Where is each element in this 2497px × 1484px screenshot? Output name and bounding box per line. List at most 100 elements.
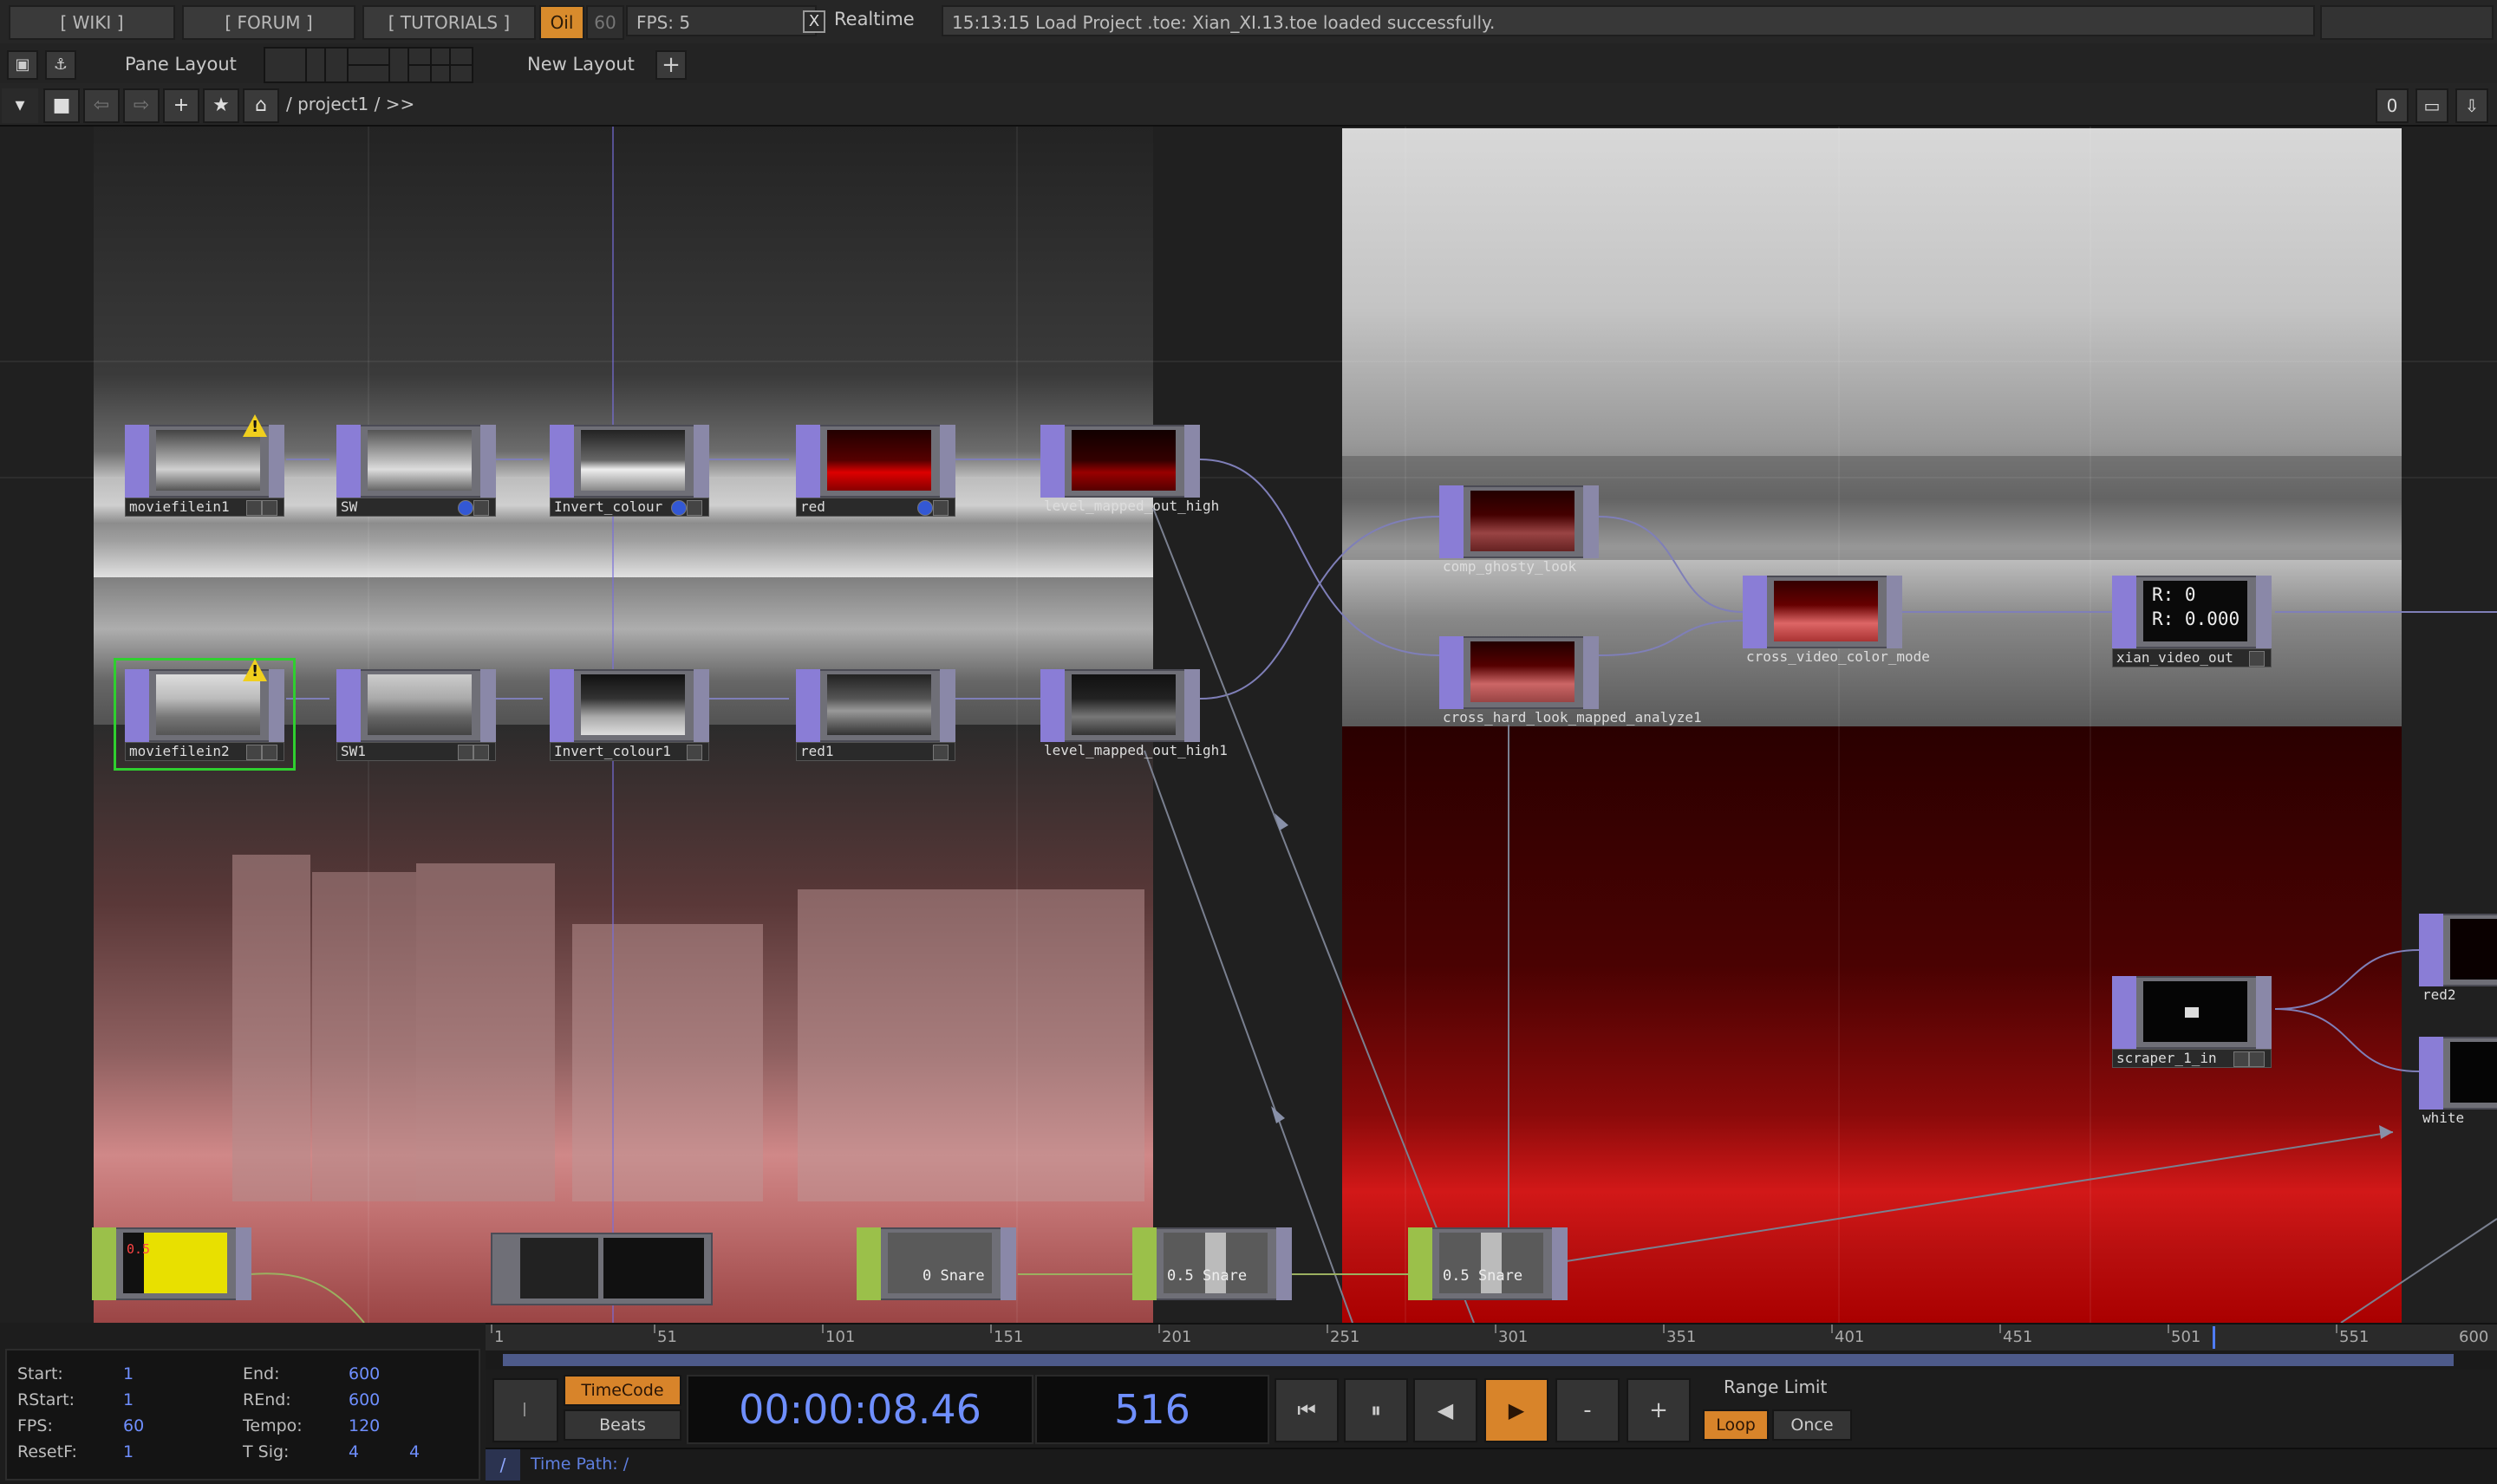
- cross-hard-look-node[interactable]: cross_hard_look_mapped_analyze1: [1439, 636, 1702, 728]
- moviefilein2-node[interactable]: moviefilein2: [114, 658, 296, 771]
- layout-three-button[interactable]: [388, 47, 432, 83]
- node-flag[interactable]: [2249, 651, 2265, 667]
- snare-node-2[interactable]: 0.5 Snare: [1132, 1227, 1292, 1318]
- step-forward-button[interactable]: +: [1627, 1378, 1691, 1442]
- node-label[interactable]: comp_ghosty_look: [1439, 558, 1599, 577]
- resetf-value[interactable]: 1: [123, 1442, 134, 1461]
- snare-node-3[interactable]: 0.5 Snare: [1408, 1227, 1568, 1318]
- node-flag[interactable]: [473, 745, 489, 760]
- red-node[interactable]: red: [796, 425, 955, 517]
- window-icon[interactable]: ▭: [2416, 88, 2448, 123]
- comp-ghosty-look-node[interactable]: comp_ghosty_look: [1439, 485, 1599, 576]
- moviefilein1-node[interactable]: moviefilein1: [125, 425, 284, 517]
- time-path-root-button[interactable]: /: [486, 1449, 520, 1481]
- playhead[interactable]: [2213, 1326, 2215, 1349]
- sw1-node[interactable]: SW1: [336, 669, 496, 761]
- end-value[interactable]: 600: [349, 1364, 380, 1383]
- forum-button[interactable]: [ FORUM ]: [182, 5, 355, 40]
- node-label[interactable]: cross_video_color_mode: [1743, 648, 1930, 667]
- node-label[interactable]: red2: [2419, 986, 2497, 1006]
- add-layout-button[interactable]: +: [655, 50, 687, 80]
- level-mapped-out-high1-node[interactable]: level_mapped_out_high1: [1040, 669, 1228, 759]
- node-label[interactable]: xian_video_out: [2112, 648, 2272, 667]
- fps-value[interactable]: 60: [123, 1416, 144, 1435]
- node-flag[interactable]: [246, 745, 262, 760]
- back-arrow-icon[interactable]: ⇦: [83, 88, 120, 123]
- play-forward-icon[interactable]: ▶: [1484, 1378, 1548, 1442]
- forward-arrow-icon[interactable]: ⇨: [123, 88, 160, 123]
- node-flag[interactable]: [458, 745, 473, 760]
- network-counter[interactable]: 0: [2376, 88, 2409, 123]
- layout-vsplit-button[interactable]: [305, 47, 349, 83]
- tsig-denominator[interactable]: 4: [409, 1442, 420, 1461]
- timeline-toggle-button[interactable]: [492, 1378, 558, 1442]
- node-flag[interactable]: [917, 500, 933, 516]
- node-label[interactable]: red1: [796, 742, 955, 761]
- home-icon[interactable]: ⌂: [243, 88, 279, 123]
- rstart-value[interactable]: 1: [123, 1390, 134, 1409]
- rend-value[interactable]: 600: [349, 1390, 380, 1409]
- tempo-value[interactable]: 120: [349, 1416, 380, 1435]
- red2-node[interactable]: red2: [2419, 914, 2497, 1004]
- anchor-icon[interactable]: ⚓: [45, 50, 76, 80]
- node-flag[interactable]: [933, 500, 949, 516]
- wiki-button[interactable]: [ WIKI ]: [9, 5, 175, 40]
- node-flag[interactable]: [246, 500, 262, 516]
- stop-icon[interactable]: ■: [43, 88, 80, 123]
- step-back-button[interactable]: -: [1555, 1378, 1620, 1442]
- audio-chop-node[interactable]: 0.5: [92, 1227, 251, 1318]
- node-flag[interactable]: [458, 500, 473, 516]
- display-chop-node[interactable]: [491, 1233, 713, 1323]
- level-mapped-out-high-node[interactable]: level_mapped_out_high: [1040, 425, 1219, 517]
- tutorials-button[interactable]: [ TUTORIALS ]: [362, 5, 536, 40]
- node-label[interactable]: white: [2419, 1110, 2497, 1129]
- white-node[interactable]: white: [2419, 1037, 2497, 1127]
- node-label[interactable]: Invert_colour1: [550, 742, 709, 761]
- timecode-button[interactable]: TimeCode: [564, 1375, 681, 1406]
- node-flag[interactable]: [2233, 1051, 2249, 1067]
- node-flag[interactable]: [687, 500, 702, 516]
- plus-icon[interactable]: +: [163, 88, 199, 123]
- node-label[interactable]: level_mapped_out_high: [1040, 498, 1219, 517]
- play-reverse-icon[interactable]: ◀: [1413, 1378, 1477, 1442]
- invert-colour-node[interactable]: Invert_colour: [550, 425, 709, 517]
- layout-hsplit-button[interactable]: [347, 47, 390, 83]
- network-editor[interactable]: moviefilein1 ! SW Invert_colour red leve…: [0, 127, 2497, 1323]
- dropdown-icon[interactable]: ▾: [2, 88, 38, 123]
- node-flag[interactable]: [687, 745, 702, 760]
- node-flag[interactable]: [2249, 1051, 2265, 1067]
- invert-colour1-node[interactable]: Invert_colour1: [550, 669, 709, 761]
- node-flag[interactable]: [671, 500, 687, 516]
- scraper-1-in-node[interactable]: scraper_1_in: [2112, 976, 2272, 1068]
- tsig-numerator[interactable]: 4: [349, 1442, 359, 1461]
- download-icon[interactable]: ⇩: [2455, 88, 2488, 123]
- node-label[interactable]: cross_hard_look_mapped_analyze1: [1439, 709, 1702, 728]
- image-icon[interactable]: ▣: [7, 50, 38, 80]
- layout-quad-button[interactable]: [430, 47, 473, 83]
- node-flag[interactable]: [262, 745, 277, 760]
- once-button[interactable]: Once: [1772, 1409, 1852, 1441]
- star-icon[interactable]: ★: [203, 88, 239, 123]
- timecode-display[interactable]: 00:00:08.46: [687, 1375, 1033, 1444]
- sw-node[interactable]: SW: [336, 425, 496, 517]
- layout-single-button[interactable]: [264, 47, 307, 83]
- timeline-ruler[interactable]: 1 51 101 151 201 251 301 351 401 451 501…: [486, 1323, 2497, 1351]
- realtime-checkbox[interactable]: X: [803, 10, 825, 33]
- xian-video-out-node[interactable]: R: 0 R: 0.000 xian_video_out: [2112, 576, 2272, 667]
- cross-video-color-mode-node[interactable]: cross_video_color_mode: [1743, 576, 1930, 667]
- warning-icon[interactable]: !: [243, 659, 267, 681]
- loop-button[interactable]: Loop: [1703, 1409, 1769, 1441]
- red1-node[interactable]: red1: [796, 669, 955, 761]
- warning-icon[interactable]: !: [243, 414, 267, 437]
- node-flag[interactable]: [473, 500, 489, 516]
- node-flag[interactable]: [933, 745, 949, 760]
- oil-button[interactable]: Oil: [539, 5, 584, 40]
- beats-button[interactable]: Beats: [564, 1409, 681, 1441]
- rewind-icon[interactable]: ⏮: [1275, 1378, 1339, 1442]
- top-right-field[interactable]: [2320, 5, 2494, 40]
- timeline-scroll-thumb[interactable]: [503, 1354, 2454, 1366]
- snare-node-1[interactable]: 0 Snare: [857, 1227, 1016, 1318]
- pause-icon[interactable]: ⏸: [1344, 1378, 1408, 1442]
- network-path[interactable]: / project1 / >>: [286, 94, 414, 114]
- frame-display[interactable]: 516: [1035, 1375, 1269, 1444]
